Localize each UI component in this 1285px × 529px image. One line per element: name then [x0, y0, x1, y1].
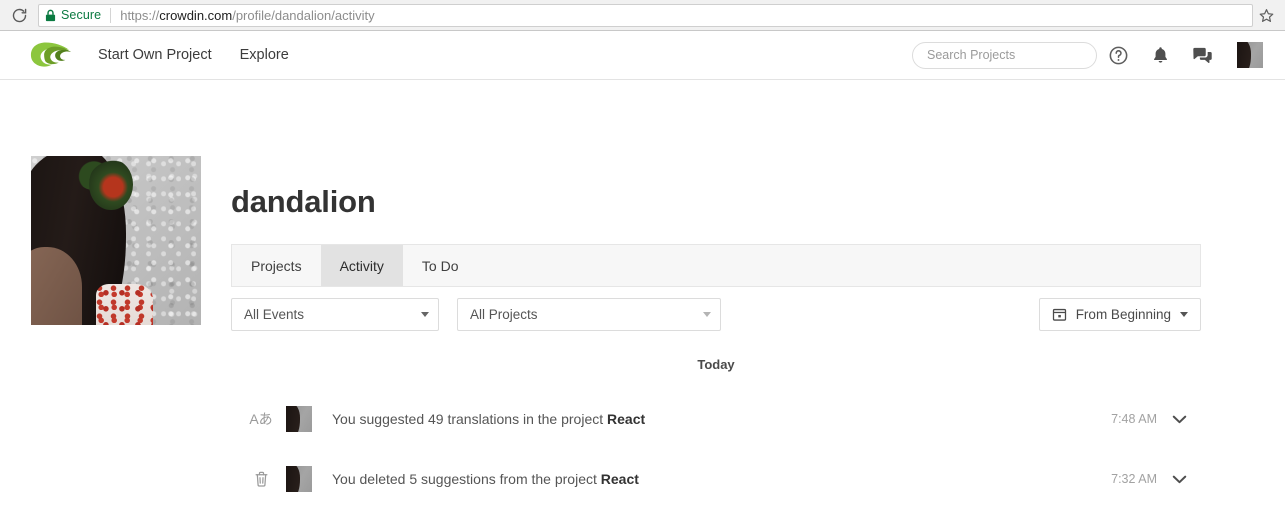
activity-timestamp: 7:48 AM: [1111, 412, 1157, 426]
filter-bar: All Events All Projects From Beginning: [231, 298, 1201, 331]
avatar-silhouette: [286, 406, 301, 432]
filter-all-events-label: All Events: [244, 307, 305, 322]
user-avatar-image: [1237, 42, 1263, 68]
omnibox-divider: [110, 7, 112, 23]
activity-expand-button[interactable]: [1157, 415, 1201, 424]
tab-activity[interactable]: Activity: [320, 245, 403, 286]
chevron-down-icon: [703, 312, 711, 317]
activity-text-body: You deleted 5 suggestions from the proje…: [332, 471, 601, 487]
chevron-down-icon: [1172, 475, 1186, 483]
security-label: Secure: [61, 8, 102, 22]
activity-text-body: You suggested 49 translations in the pro…: [332, 411, 608, 427]
filter-all-projects[interactable]: All Projects: [457, 298, 721, 331]
activity-feed: Today Aあ You suggested 49 translations i…: [231, 353, 1201, 529]
day-label: Today: [697, 356, 735, 372]
notifications-button[interactable]: [1139, 35, 1181, 75]
filter-from-beginning-label: From Beginning: [1075, 307, 1171, 322]
notifications-bell-icon: [1153, 47, 1167, 63]
profile-photo-image: [31, 156, 201, 325]
tab-todo[interactable]: To Do: [403, 245, 478, 286]
activity-avatar[interactable]: [286, 466, 312, 492]
profile-photo[interactable]: [31, 156, 201, 325]
header-actions: [912, 35, 1263, 75]
search-input[interactable]: [927, 48, 1088, 62]
lock-icon: [45, 9, 56, 22]
profile-content: dandalion Projects Activity To Do All Ev…: [231, 156, 1201, 529]
help-icon: [1109, 46, 1127, 64]
filter-all-events[interactable]: All Events: [231, 298, 439, 331]
help-button[interactable]: [1097, 35, 1139, 75]
activity-project-link[interactable]: React: [601, 471, 639, 487]
chevron-down-icon: [1172, 415, 1186, 423]
nav-explore[interactable]: Explore: [240, 47, 289, 63]
activity-text: You suggested 49 translations in the pro…: [332, 411, 645, 427]
primary-nav: Start Own Project Explore: [98, 47, 289, 63]
star-icon: [1259, 8, 1273, 22]
trash-icon-glyph: [255, 471, 267, 487]
translation-icon-glyph: Aあ: [249, 411, 273, 427]
avatar-silhouette: [286, 466, 301, 492]
feed-spacer: [231, 375, 1201, 389]
user-avatar[interactable]: [1237, 42, 1263, 68]
activity-row[interactable]: Aあ You suggested 49 translations in the …: [231, 389, 1201, 449]
activity-avatar-image: [286, 406, 312, 432]
activity-timestamp: 7:32 AM: [1111, 472, 1157, 486]
url-path: /profile/dandalion/activity: [232, 7, 375, 23]
filter-all-projects-label: All Projects: [470, 307, 538, 322]
search-projects-box[interactable]: [912, 41, 1097, 69]
url-host: crowdin.com: [159, 7, 233, 23]
nav-start-own-project[interactable]: Start Own Project: [98, 47, 212, 63]
translation-icon: Aあ: [244, 409, 278, 429]
crowdin-logo-icon: [30, 42, 72, 67]
bookmark-button[interactable]: [1253, 4, 1279, 27]
photo-flower: [88, 159, 133, 211]
activity-avatar[interactable]: [286, 406, 312, 432]
activity-row[interactable]: You deleted 5 suggestions from the proje…: [231, 449, 1201, 509]
reload-icon: [12, 8, 26, 22]
divider-rule-left: [231, 364, 684, 365]
reload-button[interactable]: [6, 2, 32, 28]
profile-tabs: Projects Activity To Do: [231, 244, 1201, 287]
chevron-down-icon: [1180, 312, 1188, 317]
tab-projects[interactable]: Projects: [232, 245, 321, 286]
messages-button[interactable]: [1181, 35, 1223, 75]
day-divider-today: Today: [231, 353, 1201, 375]
browser-toolbar: Secure https://crowdin.com/profile/danda…: [0, 0, 1285, 31]
trash-icon: [244, 470, 278, 488]
activity-avatar-image: [286, 466, 312, 492]
security-indicator[interactable]: Secure: [45, 8, 101, 22]
url-scheme: https://: [120, 7, 160, 23]
chevron-down-icon: [421, 312, 429, 317]
photo-dress: [95, 284, 154, 325]
address-bar[interactable]: Secure https://crowdin.com/profile/danda…: [38, 3, 1253, 27]
activity-expand-button[interactable]: [1157, 475, 1201, 484]
avatar-silhouette: [1237, 42, 1252, 68]
page-title: dandalion: [231, 184, 376, 219]
calendar-icon: [1052, 308, 1066, 321]
activity-text: You deleted 5 suggestions from the proje…: [332, 471, 639, 487]
filter-from-beginning[interactable]: From Beginning: [1038, 298, 1201, 331]
messages-icon: [1192, 47, 1212, 63]
url-text: https://crowdin.com/profile/dandalion/ac…: [120, 8, 374, 23]
site-header: Start Own Project Explore: [0, 31, 1285, 80]
crowdin-logo[interactable]: [28, 40, 72, 70]
activity-project-link[interactable]: React: [607, 411, 645, 427]
divider-rule-right: [748, 364, 1201, 365]
